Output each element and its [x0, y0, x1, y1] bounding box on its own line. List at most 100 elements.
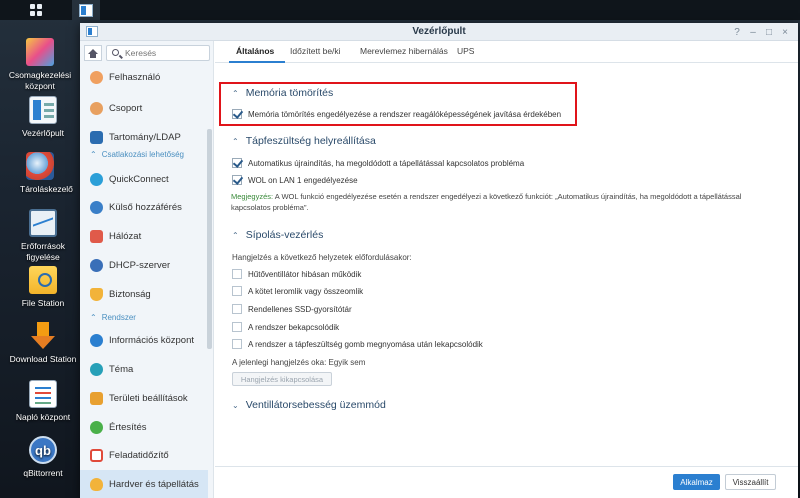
section-system[interactable]: ⌃ Rendszer: [90, 313, 136, 322]
chevron-up-icon: ⌃: [90, 313, 97, 322]
auto-restart-checkbox[interactable]: [232, 158, 242, 168]
sidebar-item-external-access[interactable]: Külső hozzáférés: [80, 193, 208, 221]
maximize-button[interactable]: □: [762, 25, 776, 39]
task-scheduler-icon: [90, 448, 103, 462]
sidebar-item-notification[interactable]: Értesítés: [80, 413, 208, 441]
sidebar-item-user[interactable]: Felhasználó: [80, 63, 208, 91]
notification-icon: [90, 420, 103, 434]
desktop-icon-package-center[interactable]: Csomagkezelési központ: [0, 38, 80, 92]
user-icon: [90, 70, 103, 84]
desktop-icon-label: Tároláskezelő: [20, 184, 73, 194]
taskbar: [0, 0, 800, 20]
section-power-recovery[interactable]: ⌃ Tápfeszültség helyreállítása: [232, 135, 376, 147]
group-icon: [90, 101, 103, 115]
desktop-icon-resource-monitor[interactable]: Erőforrások figyelése: [3, 209, 83, 263]
sidebar-item-info-center[interactable]: Információs központ: [80, 326, 208, 354]
red-highlight-box: [219, 82, 577, 126]
home-icon: [88, 48, 98, 58]
mute-beep-button[interactable]: Hangjelzés kikapcsolása: [232, 372, 332, 386]
desktop-icon-control-panel[interactable]: Vezérlőpult: [3, 96, 83, 139]
desktop-icon-download-station[interactable]: Download Station: [3, 322, 83, 365]
desktop-icon-label: Download Station: [9, 354, 77, 364]
lightbulb-icon: [90, 477, 103, 491]
search-box[interactable]: [106, 45, 210, 61]
tab-general[interactable]: Általános: [236, 46, 274, 56]
sidebar-item-regional[interactable]: Területi beállítások: [80, 384, 208, 412]
quickconnect-icon: [90, 172, 103, 186]
desktop-icon-storage-manager[interactable]: Tároláskezelő: [3, 152, 77, 195]
footer-bar: Alkalmaz Visszaállít: [215, 466, 798, 498]
sidebar-item-dhcp[interactable]: DHCP-szerver: [80, 251, 208, 279]
sidebar-item-security[interactable]: Biztonság: [80, 280, 208, 308]
tab-scheduled-power[interactable]: Időzített be/ki: [290, 46, 341, 56]
theme-icon: [90, 362, 103, 376]
desktop-icon-qbittorrent[interactable]: qb qBittorrent: [3, 436, 83, 479]
auto-restart-option[interactable]: Automatikus újraindítás, ha megoldódott …: [232, 158, 524, 168]
grid-icon: [30, 4, 42, 16]
section-fan-speed[interactable]: ⌄ Ventillátorsebesség üzemmód: [232, 399, 386, 411]
sidebar-item-theme[interactable]: Téma: [80, 355, 208, 383]
beep-ssd-checkbox[interactable]: [232, 304, 242, 314]
wol-checkbox[interactable]: [232, 175, 242, 185]
beep-intro: Hangjelzés a következő helyzetek előford…: [232, 253, 412, 262]
regional-icon: [90, 391, 103, 405]
sidebar-item-label: Csoport: [109, 102, 143, 114]
beep-option-ssd[interactable]: Rendellenes SSD-gyorsítótár: [232, 304, 352, 314]
reset-button[interactable]: Visszaállít: [725, 474, 776, 490]
beep-power-on-checkbox[interactable]: [232, 322, 242, 332]
desktop-icon-log-center[interactable]: Napló központ: [3, 380, 83, 423]
sidebar-item-hardware-power[interactable]: Hardver és tápellátás: [80, 470, 208, 498]
log-center-icon: [29, 380, 57, 408]
note-label: Megjegyzés:: [231, 192, 274, 201]
storage-manager-icon: [26, 152, 54, 180]
desktop-icon-file-station[interactable]: File Station: [3, 266, 83, 309]
sidebar-item-network[interactable]: Hálózat: [80, 222, 208, 250]
search-input[interactable]: [125, 47, 207, 59]
section-title-text: Ventillátorsebesség üzemmód: [245, 399, 386, 411]
shield-icon: [90, 287, 103, 301]
window-titlebar[interactable]: Vezérlőpult ? – □ ×: [80, 23, 798, 41]
search-icon: [112, 49, 119, 56]
tab-ups[interactable]: UPS: [457, 46, 474, 56]
sidebar-item-label: Feladatidőzítő: [109, 449, 169, 461]
beep-volume-checkbox[interactable]: [232, 286, 242, 296]
close-button[interactable]: ×: [778, 25, 792, 39]
section-connectivity[interactable]: ⌃ Csatlakozási lehetőség: [90, 150, 184, 159]
checkbox-label: Rendellenes SSD-gyorsítótár: [248, 304, 352, 314]
beep-option-power-off[interactable]: A rendszer a tápfeszültség gomb megnyomá…: [232, 339, 483, 349]
window-title: Vezérlőpult: [412, 26, 466, 37]
sidebar-item-label: Biztonság: [109, 288, 151, 300]
beep-option-fan[interactable]: Hűtőventillátor hibásan működik: [232, 269, 361, 279]
section-beep-control[interactable]: ⌃ Sípolás-vezérlés: [232, 229, 323, 241]
chevron-up-icon: ⌃: [90, 150, 97, 159]
sidebar-item-group[interactable]: Csoport: [80, 94, 208, 122]
tab-hdd-hibernation[interactable]: Merevlemez hibernálás: [360, 46, 448, 56]
main-menu-button[interactable]: [22, 0, 50, 20]
control-panel-window: Vezérlőpult ? – □ × Felhasználó Csoport …: [80, 23, 798, 498]
wol-option[interactable]: WOL on LAN 1 engedélyezése: [232, 175, 358, 185]
active-tab-indicator: [229, 61, 285, 63]
help-button[interactable]: ?: [730, 25, 744, 39]
minimize-button[interactable]: –: [746, 25, 760, 39]
sidebar-item-label: Információs központ: [109, 334, 195, 346]
apply-button[interactable]: Alkalmaz: [673, 474, 720, 490]
qbittorrent-icon: qb: [29, 436, 57, 464]
section-label: Csatlakozási lehetőség: [101, 150, 184, 159]
sidebar-item-label: Felhasználó: [109, 71, 161, 83]
domain-icon: [90, 130, 103, 144]
tab-bar: Általános Időzített be/ki Merevlemez hib…: [215, 41, 798, 63]
chevron-down-icon: ⌄: [232, 400, 239, 410]
home-button[interactable]: [84, 45, 102, 61]
beep-power-off-checkbox[interactable]: [232, 339, 242, 349]
sidebar-scrollbar[interactable]: [207, 129, 212, 349]
sidebar-item-domain[interactable]: Tartomány/LDAP: [80, 123, 208, 151]
beep-fan-checkbox[interactable]: [232, 269, 242, 279]
sidebar-item-task-scheduler[interactable]: Feladatidőzítő: [80, 441, 208, 469]
beep-option-power-on[interactable]: A rendszer bekapcsolódik: [232, 322, 339, 332]
taskbar-control-panel-button[interactable]: [72, 0, 100, 20]
sidebar-item-quickconnect[interactable]: QuickConnect: [80, 165, 208, 193]
sidebar-item-label: Hardver és tápellátás: [109, 478, 199, 490]
sidebar: Felhasználó Csoport Tartomány/LDAP ⌃ Csa…: [80, 41, 214, 498]
sidebar-item-label: Téma: [109, 363, 134, 375]
beep-option-volume[interactable]: A kötet leromlik vagy összeomlik: [232, 286, 363, 296]
